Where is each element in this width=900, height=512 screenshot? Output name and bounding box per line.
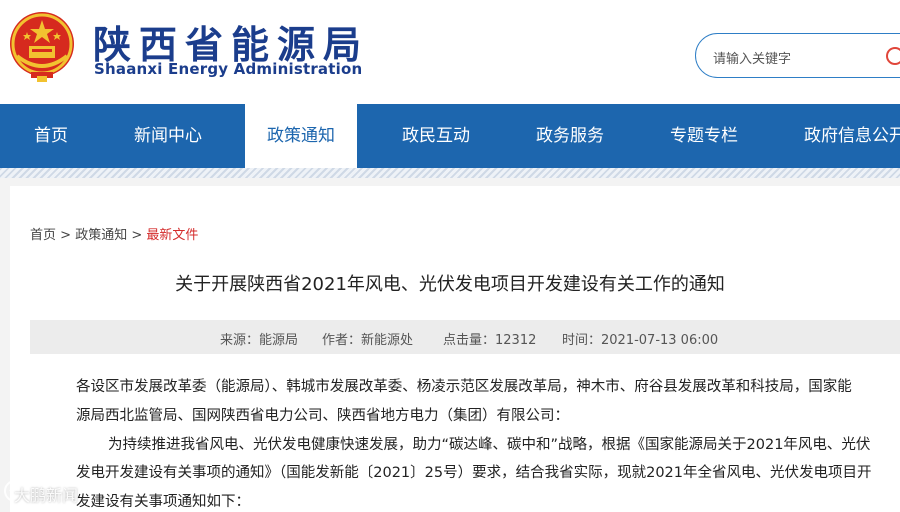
search-placeholder: 请输入关键字 bbox=[713, 52, 792, 67]
meta-clicks: 点击量：12312 bbox=[443, 333, 537, 348]
nav-item-news[interactable]: 新闻中心 bbox=[134, 104, 202, 168]
nav-divider-stripe bbox=[0, 168, 900, 178]
breadcrumb-separator: > bbox=[127, 228, 147, 243]
search-icon[interactable] bbox=[884, 45, 900, 67]
article-paragraph: 为持续推进我省风电、光伏发电健康快速发展，助力“碳达峰、碳中和”战略，根据《国家… bbox=[108, 437, 871, 453]
meta-time: 时间：2021-07-13 06:00 bbox=[562, 333, 719, 348]
article-paragraph: 发电开发建设有关事项的通知》（国能发新能〔2021〕25号）要求，结合我省实际，… bbox=[76, 465, 872, 481]
breadcrumb: 首页 > 政策通知 > 最新文件 bbox=[30, 224, 198, 243]
nav-item-interaction[interactable]: 政民互动 bbox=[402, 104, 470, 168]
nav-item-topics[interactable]: 专题专栏 bbox=[670, 104, 738, 168]
national-emblem-icon bbox=[10, 12, 74, 82]
nav-item-policy[interactable]: 政策通知 bbox=[245, 104, 357, 168]
nav-item-gov-info[interactable]: 政府信息公开 bbox=[804, 104, 900, 168]
article-paragraph: 源局西北监管局、国网陕西省电力公司、陕西省地方电力（集团）有限公司： bbox=[76, 408, 569, 424]
meta-source: 来源：能源局 bbox=[220, 333, 299, 348]
breadcrumb-current[interactable]: 最新文件 bbox=[146, 228, 198, 243]
article-title: 关于开展陕西省2021年风电、光伏发电项目开发建设有关工作的通知 bbox=[175, 274, 725, 295]
article-paragraph: 各设区市发展改革委（能源局）、韩城市发展改革委、杨凌示范区发展改革局，神木市、府… bbox=[76, 379, 852, 395]
breadcrumb-separator: > bbox=[56, 228, 76, 243]
breadcrumb-section[interactable]: 政策通知 bbox=[75, 228, 127, 243]
site-subtitle-en: Shaanxi Energy Administration bbox=[94, 60, 363, 78]
nav-item-home[interactable]: 首页 bbox=[34, 104, 68, 168]
meta-author: 作者：新能源处 bbox=[322, 333, 414, 348]
search-input[interactable]: 请输入关键字 bbox=[695, 33, 900, 78]
main-nav: 首页 新闻中心 政策通知 政民互动 政务服务 专题专栏 政府信息公开 bbox=[0, 104, 900, 168]
watermark: 大鹏新闻 bbox=[14, 486, 79, 505]
article-meta-bar: 来源：能源局 作者：新能源处 点击量：12312 时间：2021-07-13 0… bbox=[30, 320, 900, 354]
nav-item-services[interactable]: 政务服务 bbox=[536, 104, 604, 168]
site-header: 陕西省能源局 Shaanxi Energy Administration 请输入… bbox=[0, 0, 900, 104]
article-paragraph: 发建设有关事项通知如下： bbox=[76, 494, 250, 510]
breadcrumb-home[interactable]: 首页 bbox=[30, 228, 56, 243]
